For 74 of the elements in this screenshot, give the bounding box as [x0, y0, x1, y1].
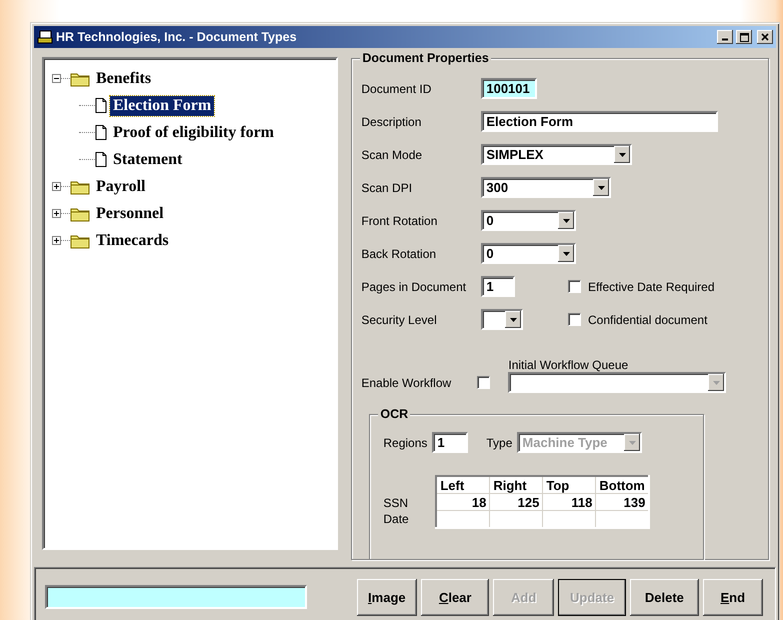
checkbox[interactable]: [477, 376, 490, 389]
dropdown-arrow-icon: [562, 218, 570, 222]
folder-icon: [70, 232, 90, 248]
field-label: Back Rotation: [361, 246, 438, 260]
action-button[interactable]: Clear: [421, 578, 490, 616]
document-icon: [95, 125, 107, 140]
field-label: Document ID: [361, 82, 432, 96]
expand-icon[interactable]: [52, 209, 61, 218]
window-title: HR Technologies, Inc. - Document Types: [56, 30, 298, 44]
field-label: Type: [486, 436, 512, 450]
tree-item[interactable]: Proof of eligibility form: [110, 122, 277, 142]
dropdown-field[interactable]: SIMPLEX: [481, 144, 632, 165]
dropdown-field[interactable]: 300: [481, 177, 612, 198]
folder-icon: [70, 178, 90, 194]
maximize-button[interactable]: [736, 30, 752, 44]
checkbox-label: Effective Date Required: [588, 280, 715, 294]
dropdown-arrow-icon: [628, 440, 636, 444]
field-label: Regions: [383, 436, 428, 450]
region-grid[interactable]: Left Right Top Bottom 18 125 118 139: [435, 475, 650, 529]
input-field[interactable]: 1: [432, 432, 468, 453]
field-label: Description: [361, 114, 422, 128]
minimize-button[interactable]: [717, 30, 733, 44]
collapse-icon[interactable]: [52, 74, 61, 83]
field-label: Enable Workflow: [361, 376, 452, 392]
dropdown-arrow-icon: [598, 186, 605, 190]
input-field[interactable]: Election Form: [481, 111, 718, 132]
column-header: Top: [542, 476, 596, 494]
checkbox[interactable]: [568, 313, 581, 326]
row-label: SSN: [383, 495, 410, 511]
table-cell[interactable]: 18: [436, 494, 490, 510]
tree-item[interactable]: Payroll: [93, 176, 148, 196]
close-button[interactable]: [757, 30, 773, 44]
action-button[interactable]: Image: [356, 578, 418, 616]
tree-item[interactable]: Personnel: [93, 204, 167, 224]
dropdown-arrow-icon: [562, 252, 570, 256]
table-cell[interactable]: 125: [490, 494, 543, 510]
tree-item[interactable]: Statement: [110, 150, 186, 170]
document-icon: [95, 98, 107, 113]
folder-icon: [70, 206, 90, 222]
field-label: Front Rotation: [361, 214, 438, 228]
field-label: Pages in Document: [361, 280, 468, 294]
document-icon: [95, 152, 107, 167]
expand-icon[interactable]: [52, 182, 61, 191]
field-label: Security Level: [361, 312, 438, 326]
table-cell[interactable]: 118: [542, 494, 596, 510]
field-label: Initial Workflow Queue: [508, 358, 630, 372]
dropdown-field[interactable]: 0: [481, 210, 576, 231]
checkbox-label: Confidential document: [588, 312, 708, 326]
tree-item[interactable]: Election Form: [110, 96, 214, 116]
dropdown-arrow-icon: [510, 318, 517, 322]
field-label: Scan Mode: [361, 148, 424, 162]
input-field[interactable]: 100101: [481, 78, 538, 99]
group-title: Document Properties: [360, 51, 491, 65]
tree-item[interactable]: Benefits: [93, 68, 154, 88]
status-field[interactable]: [45, 585, 307, 609]
column-header: Right: [490, 476, 543, 494]
dropdown-field[interactable]: [481, 309, 524, 330]
dropdown-field[interactable]: 0: [481, 243, 576, 264]
maximize-icon: [740, 32, 748, 42]
dropdown-arrow-icon: [712, 380, 720, 384]
folder-icon: [70, 70, 90, 86]
input-field[interactable]: 1: [481, 276, 516, 297]
action-button[interactable]: End: [702, 578, 763, 616]
checkbox[interactable]: [568, 280, 581, 293]
expand-icon[interactable]: [52, 236, 61, 245]
app-icon: [37, 30, 53, 44]
tree-item[interactable]: Timecards: [93, 230, 172, 250]
group-title: OCR: [378, 407, 410, 421]
close-icon: [761, 33, 769, 41]
dropdown-arrow-icon: [618, 152, 626, 156]
field-label: Scan DPI: [361, 180, 414, 194]
action-button[interactable]: Delete: [630, 578, 699, 616]
row-label: Date: [383, 511, 410, 527]
column-header: Left: [436, 476, 490, 494]
